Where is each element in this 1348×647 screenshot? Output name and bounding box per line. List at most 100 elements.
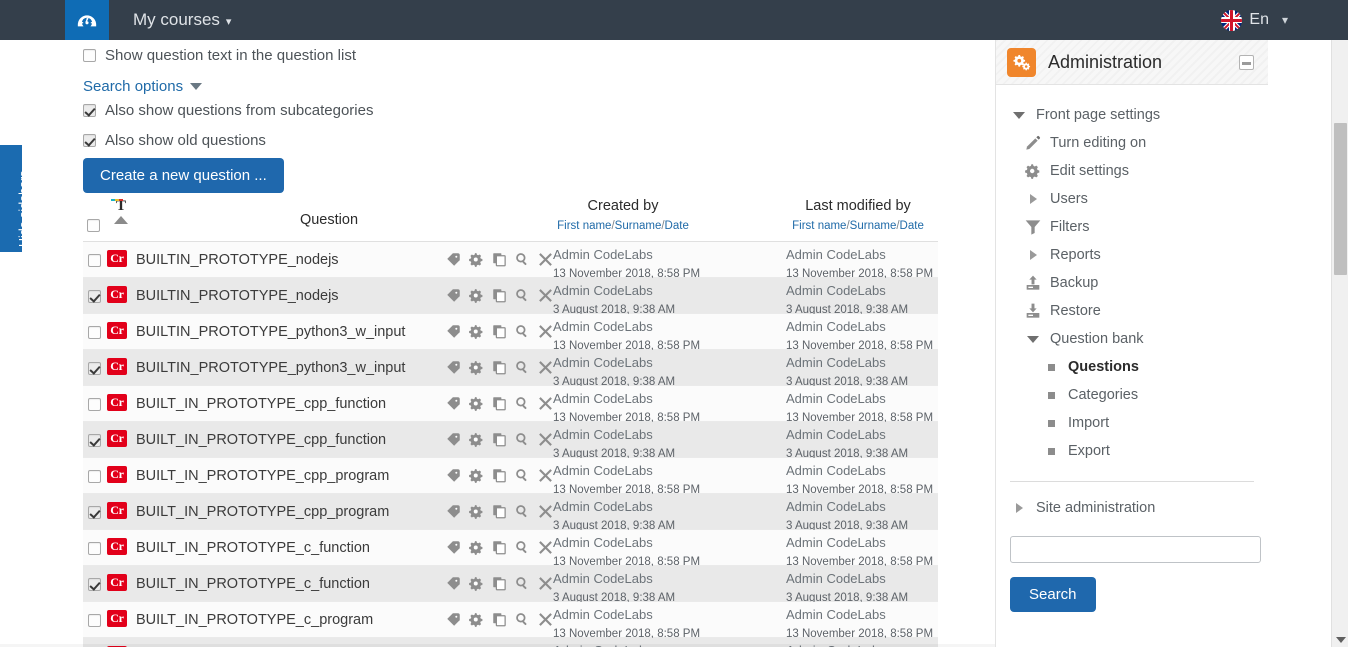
table-row[interactable]: Cr BUILT_IN_PROTOTYPE_c_program Admin Code… <box>83 602 938 640</box>
show-old-questions-row[interactable]: Also show old questions <box>0 132 266 149</box>
search-input[interactable] <box>1010 536 1261 563</box>
row-select-checkbox[interactable] <box>88 290 101 303</box>
row-select-checkbox[interactable] <box>88 362 101 375</box>
duplicate-icon[interactable] <box>491 539 507 555</box>
question-name[interactable]: BUILT_IN_PROTOTYPE_cpp_function <box>136 432 436 448</box>
row-select-checkbox[interactable] <box>88 254 101 267</box>
preview-icon[interactable] <box>514 503 530 519</box>
tag-icon[interactable] <box>445 323 461 339</box>
sidebar-item-filters[interactable]: Filters <box>1010 213 1268 241</box>
table-row[interactable]: Cr BUILTIN_PROTOTYPE_nodejs Admin CodeLabs… <box>83 242 938 280</box>
sidebar-item-question-bank[interactable]: Question bank <box>1010 325 1268 353</box>
table-row[interactable]: Cr BUILTIN_PROTOTYPE_python3_w_input Admin… <box>83 350 938 388</box>
table-row[interactable]: Cr BUILT_IN_PROTOTYPE_cpp_function Admin C… <box>83 386 938 424</box>
table-row[interactable]: Cr BUILT_IN_PROTOTYPE_c_function Admin Cod… <box>83 566 938 604</box>
tag-icon[interactable] <box>445 395 461 411</box>
duplicate-icon[interactable] <box>491 323 507 339</box>
duplicate-icon[interactable] <box>491 611 507 627</box>
collapse-block-button[interactable] <box>1239 55 1254 70</box>
duplicate-icon[interactable] <box>491 503 507 519</box>
tag-icon[interactable] <box>445 431 461 447</box>
row-select-checkbox[interactable] <box>88 578 101 591</box>
sidebar-item-backup[interactable]: Backup <box>1010 269 1268 297</box>
duplicate-icon[interactable] <box>491 359 507 375</box>
gear-icon[interactable] <box>468 467 484 483</box>
show-subcategories-row[interactable]: Also show questions from subcategories <box>0 102 373 119</box>
sort-modified-date[interactable]: Date <box>900 220 924 232</box>
preview-icon[interactable] <box>514 431 530 447</box>
show-question-text-checkbox[interactable] <box>83 49 96 62</box>
delete-icon[interactable] <box>537 395 553 411</box>
gear-icon[interactable] <box>468 395 484 411</box>
sidebar-item-front-page-settings[interactable]: Front page settings <box>1010 101 1268 129</box>
preview-icon[interactable] <box>514 539 530 555</box>
sort-modified-surname[interactable]: Surname <box>850 220 897 232</box>
gear-icon[interactable] <box>468 575 484 591</box>
delete-icon[interactable] <box>537 503 553 519</box>
sidebar-item-turn-editing-on[interactable]: Turn editing on <box>1010 129 1268 157</box>
delete-icon[interactable] <box>537 323 553 339</box>
show-subcategories-checkbox[interactable] <box>83 104 96 117</box>
question-name[interactable]: BUILT_IN_PROTOTYPE_c_function <box>136 576 436 592</box>
duplicate-icon[interactable] <box>491 395 507 411</box>
sort-created-first-name[interactable]: First name <box>557 220 611 232</box>
row-select-checkbox[interactable] <box>88 398 101 411</box>
preview-icon[interactable] <box>514 467 530 483</box>
hide-sidebars-toggle[interactable]: Hide sidebars <box>0 145 31 252</box>
sidebar-item-export[interactable]: Export <box>1010 437 1268 465</box>
gear-icon[interactable] <box>468 431 484 447</box>
table-row[interactable]: Cr BUILTIN_PROTOTYPE_nodejs Admin CodeLabs… <box>83 278 938 316</box>
question-name[interactable]: BUILTIN_PROTOTYPE_python3_w_input <box>136 360 436 376</box>
select-all-checkbox[interactable] <box>87 219 100 232</box>
row-select-checkbox[interactable] <box>88 542 101 555</box>
table-row[interactable]: Cr BUILT_IN_PROTOTYPE_cpp_program Admin Co… <box>83 494 938 532</box>
search-button[interactable]: Search <box>1010 577 1096 612</box>
question-name[interactable]: BUILT_IN_PROTOTYPE_c_program <box>136 612 436 628</box>
gear-icon[interactable] <box>468 503 484 519</box>
delete-icon[interactable] <box>537 251 553 267</box>
question-name[interactable]: BUILT_IN_PROTOTYPE_cpp_program <box>136 468 436 484</box>
tag-icon[interactable] <box>445 359 461 375</box>
question-name[interactable]: BUILTIN_PROTOTYPE_nodejs <box>136 252 436 268</box>
question-name[interactable]: BUILT_IN_PROTOTYPE_cpp_program <box>136 504 436 520</box>
sidebar-item-import[interactable]: Import <box>1010 409 1268 437</box>
gear-icon[interactable] <box>468 611 484 627</box>
search-options-toggle[interactable]: Search options <box>83 78 203 95</box>
show-old-questions-checkbox[interactable] <box>83 134 96 147</box>
table-row[interactable]: Cr BUILT_IN_PROTOTYPE_cpp_function Admin C… <box>83 422 938 460</box>
my-courses-menu[interactable]: My courses ▾ <box>125 0 239 40</box>
table-row[interactable]: Cr BUILT_IN_PROTOTYPE_c_function Admin Cod… <box>83 530 938 568</box>
delete-icon[interactable] <box>537 539 553 555</box>
duplicate-icon[interactable] <box>491 287 507 303</box>
vertical-scrollbar[interactable] <box>1331 40 1348 647</box>
preview-icon[interactable] <box>514 575 530 591</box>
row-select-checkbox[interactable] <box>88 470 101 483</box>
duplicate-icon[interactable] <box>491 467 507 483</box>
gear-icon[interactable] <box>468 251 484 267</box>
preview-icon[interactable] <box>514 323 530 339</box>
sidebar-item-site-administration[interactable]: Site administration <box>1010 494 1268 522</box>
question-name[interactable]: BUILTIN_PROTOTYPE_python3_w_input <box>136 324 436 340</box>
row-select-checkbox[interactable] <box>88 506 101 519</box>
tag-icon[interactable] <box>445 287 461 303</box>
preview-icon[interactable] <box>514 251 530 267</box>
question-name[interactable]: BUILTIN_PROTOTYPE_nodejs <box>136 288 436 304</box>
sidebar-item-reports[interactable]: Reports <box>1010 241 1268 269</box>
sort-modified-first-name[interactable]: First name <box>792 220 846 232</box>
dashboard-logo-button[interactable] <box>65 0 109 40</box>
table-row[interactable]: Cr BUILT_IN_PROTOTYPE_cpp_program Admin Co… <box>83 458 938 496</box>
question-name[interactable]: BUILT_IN_PROTOTYPE_c_function <box>136 540 436 556</box>
table-row[interactable]: Cr BUILTIN_PROTOTYPE_python3_w_input Admin… <box>83 314 938 352</box>
delete-icon[interactable] <box>537 359 553 375</box>
gear-icon[interactable] <box>468 359 484 375</box>
sidebar-item-categories[interactable]: Categories <box>1010 381 1268 409</box>
delete-icon[interactable] <box>537 611 553 627</box>
tag-icon[interactable] <box>445 467 461 483</box>
delete-icon[interactable] <box>537 575 553 591</box>
sidebar-item-edit-settings[interactable]: Edit settings <box>1010 157 1268 185</box>
tag-icon[interactable] <box>445 611 461 627</box>
sort-created-surname[interactable]: Surname <box>615 220 662 232</box>
language-menu[interactable]: En ▾ <box>1221 0 1288 40</box>
question-name[interactable]: BUILT_IN_PROTOTYPE_cpp_function <box>136 396 436 412</box>
duplicate-icon[interactable] <box>491 575 507 591</box>
